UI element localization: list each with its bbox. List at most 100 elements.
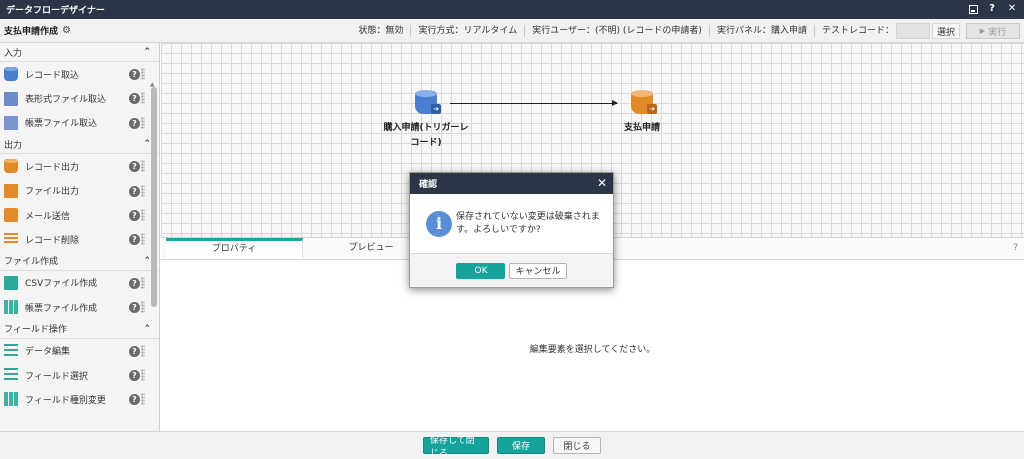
drag-handle-icon[interactable] xyxy=(141,393,145,406)
mail-icon xyxy=(4,208,18,223)
sidebar-item-label: レコード出力 xyxy=(25,162,80,173)
close-button[interactable]: 閉じる xyxy=(553,437,601,454)
flow-node-trigger[interactable]: ➔ 購入申請(トリガーレ コード) xyxy=(383,90,469,148)
dialog-message: 保存されていない変更は破棄されま す。よろしいですか? xyxy=(456,211,600,237)
drag-handle-icon[interactable] xyxy=(141,184,145,197)
sidebar-item-table-file-import[interactable]: 表形式ファイル取込 ? xyxy=(0,86,159,110)
help-icon[interactable]: ? xyxy=(129,277,140,289)
drag-handle-icon[interactable] xyxy=(141,344,145,357)
sidebar-item-data-edit[interactable]: データ編集 ? xyxy=(0,339,159,363)
test-record-label: テストレコード： xyxy=(821,26,894,36)
sidebar-item-form-file-import[interactable]: 帳票ファイル取込 ? xyxy=(0,111,159,135)
chevron-up-icon: ⌃ xyxy=(143,255,151,266)
field-select-icon xyxy=(4,368,18,383)
sidebar-item-field-type-change[interactable]: フィールド種別変更 ? xyxy=(0,387,159,411)
sidebar-item-label: レコード取込 xyxy=(25,70,80,81)
csv-file-icon xyxy=(4,275,18,290)
sidebar-item-mail-send[interactable]: メール送信 ? xyxy=(0,203,159,227)
restore-icon[interactable] xyxy=(969,5,978,14)
drag-handle-icon[interactable] xyxy=(141,116,145,129)
sidebar-scrollbar[interactable]: ▲ ▼ xyxy=(150,81,157,431)
sidebar-item-label: レコード削除 xyxy=(25,236,80,247)
table-file-icon xyxy=(4,91,18,106)
sidebar-item-record-delete[interactable]: レコード削除 ? xyxy=(0,227,159,251)
sidebar-item-label: 表形式ファイル取込 xyxy=(25,95,107,106)
run-button[interactable]: ▶ 実行 xyxy=(966,23,1020,39)
panel-help-icon[interactable]: ? xyxy=(1013,243,1018,253)
gear-icon[interactable]: ⚙ xyxy=(62,25,71,36)
sidebar-item-label: 帳票ファイル作成 xyxy=(25,303,98,314)
scrollbar-thumb[interactable] xyxy=(151,87,157,307)
flow-edge-arrow[interactable] xyxy=(450,100,618,106)
sidebar-item-label: メール送信 xyxy=(25,211,71,222)
drag-handle-icon[interactable] xyxy=(141,208,145,221)
help-icon[interactable]: ? xyxy=(129,234,140,246)
drag-handle-icon[interactable] xyxy=(141,160,145,173)
help-icon[interactable]: ? xyxy=(129,302,140,314)
drag-handle-icon[interactable] xyxy=(141,68,145,80)
flow-node-payment[interactable]: ➔ 支払申請 xyxy=(617,90,667,133)
sidebar-item-field-select[interactable]: フィールド選択 ? xyxy=(0,363,159,387)
database-import-icon xyxy=(4,67,18,82)
help-icon[interactable]: ? xyxy=(129,161,140,173)
data-edit-icon xyxy=(4,343,18,358)
section-title: 入力 xyxy=(4,48,23,59)
status-text: 状態：無効 xyxy=(351,25,412,37)
file-export-icon xyxy=(4,183,18,198)
play-icon: ▶ xyxy=(979,27,986,35)
chevron-up-icon: ⌃ xyxy=(143,139,151,150)
drag-handle-icon[interactable] xyxy=(141,233,145,246)
dialog-footer: OK キャンセル xyxy=(410,254,613,287)
test-record-field[interactable] xyxy=(895,23,930,39)
flow-toolbar: 支払申請作成 ⚙ 状態：無効 実行方式：リアルタイム 実行ユーザー：(不明) (… xyxy=(0,19,1024,43)
drag-handle-icon[interactable] xyxy=(141,368,145,381)
help-icon[interactable]: ? xyxy=(129,394,140,406)
section-title: 出力 xyxy=(4,140,23,151)
cancel-button[interactable]: キャンセル xyxy=(509,262,567,279)
section-title: フィールド操作 xyxy=(4,325,67,336)
sidebar-item-form-create[interactable]: 帳票ファイル作成 ? xyxy=(0,295,159,319)
close-icon[interactable]: ✕ xyxy=(1006,3,1018,15)
sidebar-item-label: フィールド選択 xyxy=(25,371,88,382)
node-label: 購入申請(トリガーレ xyxy=(383,123,469,133)
node-label: 支払申請 xyxy=(623,123,660,133)
help-icon[interactable]: ? xyxy=(986,3,998,15)
dialog-message-line: す。よろしいですか? xyxy=(456,224,541,235)
help-icon[interactable]: ? xyxy=(129,369,140,381)
help-icon[interactable]: ? xyxy=(129,209,140,221)
drag-handle-icon[interactable] xyxy=(141,301,145,314)
help-icon[interactable]: ? xyxy=(129,69,140,80)
help-icon[interactable]: ? xyxy=(129,117,140,129)
confirm-dialog: 確認 ✕ i 保存されていない変更は破棄されま す。よろしいですか? OK キャ… xyxy=(409,172,614,288)
help-icon[interactable]: ? xyxy=(129,345,140,357)
ok-button[interactable]: OK xyxy=(456,262,506,279)
drag-handle-icon[interactable] xyxy=(141,92,145,105)
database-export-icon xyxy=(4,159,18,174)
window-controls: ? ✕ xyxy=(969,3,1018,15)
drag-handle-icon[interactable] xyxy=(141,276,145,289)
component-sidebar: 入力 ⌃ レコード取込 ? 表形式ファイル取込 ? 帳票ファイル取込 ? 出力 … xyxy=(0,43,160,431)
sidebar-item-file-output[interactable]: ファイル出力 ? xyxy=(0,179,159,203)
section-header-file-create[interactable]: ファイル作成 ⌃ xyxy=(0,251,159,271)
help-icon[interactable]: ? xyxy=(129,93,140,105)
sidebar-item-csv-create[interactable]: CSVファイル作成 ? xyxy=(0,271,159,295)
sidebar-item-record-output[interactable]: レコード出力 ? xyxy=(0,154,159,178)
sidebar-item-record-import[interactable]: レコード取込 ? xyxy=(0,62,159,86)
section-header-field-ops[interactable]: フィールド操作 ⌃ xyxy=(0,319,159,339)
run-button-label: 実行 xyxy=(988,27,1007,38)
dialog-body: i 保存されていない変更は破棄されま す。よろしいですか? xyxy=(410,194,613,254)
save-and-close-button[interactable]: 保存して閉じる xyxy=(423,436,489,459)
dialog-header: 確認 ✕ xyxy=(410,173,613,194)
window-titlebar: データフローデザイナー ? ✕ xyxy=(0,0,1024,19)
form-file-icon xyxy=(4,115,18,130)
exec-user-text: 実行ユーザー：(不明) (レコードの申請者) xyxy=(525,25,710,37)
section-header-output[interactable]: 出力 ⌃ xyxy=(0,135,159,155)
save-button[interactable]: 保存 xyxy=(497,437,545,454)
help-icon[interactable]: ? xyxy=(129,185,140,197)
section-header-input[interactable]: 入力 ⌃ xyxy=(0,43,159,62)
tab-properties[interactable]: プロパティ xyxy=(166,238,303,259)
dialog-close-icon[interactable]: ✕ xyxy=(597,176,607,190)
empty-message: 編集要素を選択してください。 xyxy=(529,345,656,355)
select-button[interactable]: 選択 xyxy=(931,23,960,39)
exec-panel-text: 実行パネル：購入申請 xyxy=(710,25,815,37)
